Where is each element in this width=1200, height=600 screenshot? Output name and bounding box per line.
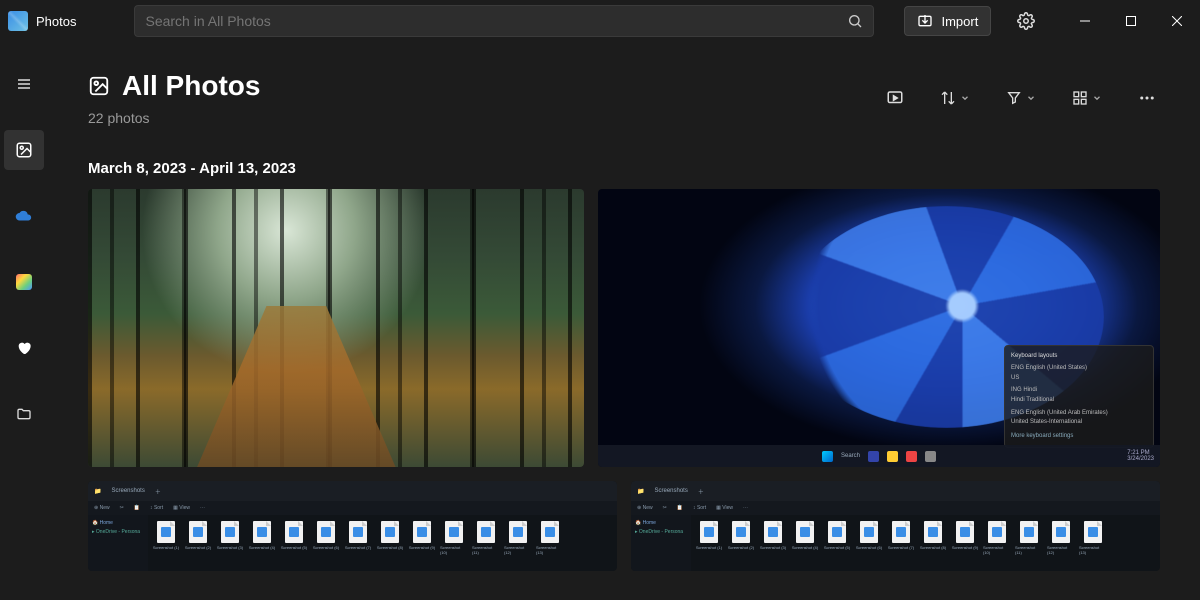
page-title-icon (88, 75, 110, 97)
grid-icon (1072, 90, 1088, 106)
file-item: Screenshot (9) (408, 521, 436, 565)
slideshow-icon (886, 89, 904, 107)
gear-icon (1017, 12, 1035, 30)
photo-thumbnail[interactable]: Keyboard layouts ENG English (United Sta… (598, 189, 1160, 467)
photo-thumbnail[interactable]: 📁Screenshots＋ ⊕ New✂📋↕ Sort▦ View⋯ 🏠 Hom… (88, 481, 617, 571)
nav-all-photos[interactable] (4, 130, 44, 170)
file-item: Screenshot (5) (823, 521, 851, 565)
file-item: Screenshot (3) (216, 521, 244, 565)
file-item: Screenshot (4) (791, 521, 819, 565)
chevron-down-icon (960, 93, 970, 103)
more-button[interactable] (1134, 85, 1160, 111)
photo-thumbnail[interactable]: 📁Screenshots＋ ⊕ New✂📋↕ Sort▦ View⋯ 🏠 Hom… (631, 481, 1160, 571)
file-item: Screenshot (8) (919, 521, 947, 565)
file-item: Screenshot (11) (472, 521, 500, 565)
file-item: Screenshot (8) (376, 521, 404, 565)
file-item: Screenshot (6) (312, 521, 340, 565)
import-label: Import (941, 14, 978, 29)
chevron-down-icon (1026, 93, 1036, 103)
minimize-button[interactable] (1062, 5, 1108, 37)
file-item: Screenshot (9) (951, 521, 979, 565)
settings-button[interactable] (1011, 6, 1041, 36)
close-button[interactable] (1154, 5, 1200, 37)
file-item: Screenshot (13) (1079, 521, 1107, 565)
file-item: Screenshot (10) (983, 521, 1011, 565)
filter-icon (1006, 90, 1022, 106)
photo-icon (15, 141, 33, 159)
nav-onedrive[interactable] (4, 196, 44, 236)
app-icon (8, 11, 28, 31)
file-item: Screenshot (2) (727, 521, 755, 565)
file-grid: Screenshot (1)Screenshot (2)Screenshot (… (148, 515, 617, 571)
filter-button[interactable] (1002, 86, 1040, 110)
import-button[interactable]: Import (904, 6, 991, 36)
page-title: All Photos (122, 70, 260, 102)
date-group-header: March 8, 2023 - April 13, 2023 (88, 160, 1160, 177)
sort-button[interactable] (936, 86, 974, 110)
sort-icon (940, 90, 956, 106)
photo-count-label: 22 photos (88, 110, 260, 126)
search-icon (847, 13, 863, 29)
photo-thumbnail[interactable] (88, 189, 584, 467)
file-item: Screenshot (2) (184, 521, 212, 565)
import-icon (917, 13, 933, 29)
slideshow-button[interactable] (882, 85, 908, 111)
hamburger-button[interactable] (4, 64, 44, 104)
sidebar (0, 42, 48, 600)
maximize-button[interactable] (1108, 5, 1154, 37)
view-layout-button[interactable] (1068, 86, 1106, 110)
file-item: Screenshot (4) (248, 521, 276, 565)
folder-icon (16, 406, 32, 422)
file-item: Screenshot (5) (280, 521, 308, 565)
nav-folders[interactable] (4, 394, 44, 434)
file-item: Screenshot (13) (536, 521, 564, 565)
file-item: Screenshot (1) (695, 521, 723, 565)
app-title: Photos (36, 14, 76, 29)
file-item: Screenshot (7) (344, 521, 372, 565)
taskbar-in-screenshot: Search 7:21 PM3/24/2023 (598, 445, 1160, 467)
keyboard-layout-overlay: Keyboard layouts ENG English (United Sta… (1004, 345, 1154, 449)
more-icon (1138, 89, 1156, 107)
file-item: Screenshot (12) (1047, 521, 1075, 565)
search-input[interactable] (145, 13, 847, 29)
file-item: Screenshot (6) (855, 521, 883, 565)
search-box[interactable] (134, 5, 874, 37)
file-item: Screenshot (10) (440, 521, 468, 565)
heart-icon (16, 340, 32, 356)
cloud-icon (15, 210, 33, 222)
nav-favorites[interactable] (4, 328, 44, 368)
chevron-down-icon (1092, 93, 1102, 103)
nav-icloud[interactable] (4, 262, 44, 302)
file-item: Screenshot (1) (152, 521, 180, 565)
icloud-icon (16, 274, 32, 290)
file-item: Screenshot (7) (887, 521, 915, 565)
file-grid: Screenshot (1)Screenshot (2)Screenshot (… (691, 515, 1160, 571)
file-item: Screenshot (11) (1015, 521, 1043, 565)
file-item: Screenshot (3) (759, 521, 787, 565)
file-item: Screenshot (12) (504, 521, 532, 565)
